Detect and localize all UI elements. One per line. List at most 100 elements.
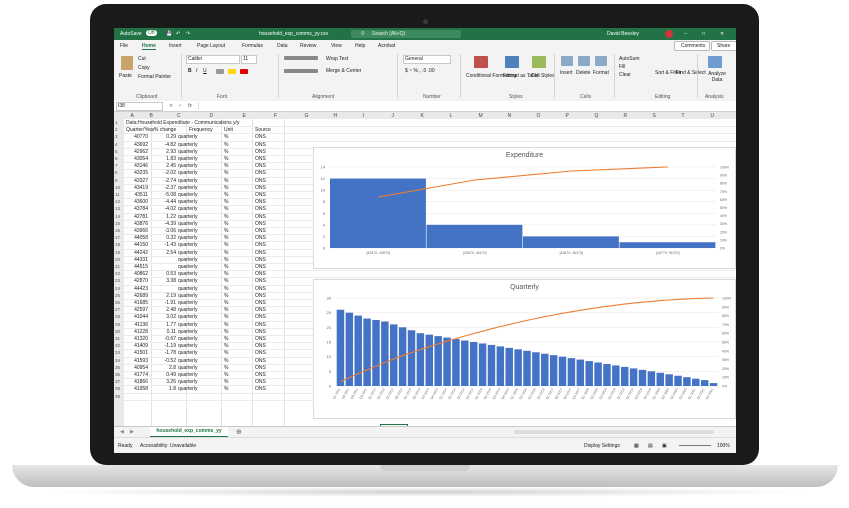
cell-source[interactable]: ONS (255, 379, 275, 385)
cell-frequency[interactable]: quarterly (178, 163, 208, 169)
cell-quarter[interactable]: 41774 (126, 372, 148, 378)
cell-change[interactable]: -2.02 (152, 170, 176, 176)
cell-unit[interactable]: % (224, 300, 234, 306)
cell-frequency[interactable]: quarterly (178, 358, 208, 364)
bold-button[interactable]: B (188, 68, 192, 74)
cell-quarter[interactable]: 44515 (126, 264, 148, 270)
cell-unit[interactable]: % (224, 314, 234, 320)
tab-file[interactable]: File (120, 43, 128, 49)
cell-frequency[interactable]: quarterly (178, 271, 208, 277)
align-top-icons[interactable] (284, 56, 318, 60)
cell-frequency[interactable]: quarterly (178, 214, 208, 220)
worksheet-grid[interactable]: Data:Household Expenditure - Communicati… (124, 119, 736, 426)
paste-icon[interactable] (121, 56, 133, 70)
cell-frequency[interactable]: quarterly (178, 379, 208, 385)
format-as-table-icon[interactable] (505, 56, 519, 68)
cancel-icon[interactable]: ✕ (169, 103, 173, 109)
cell-quarter[interactable]: 44423 (126, 286, 148, 292)
cell-quarter[interactable]: 42781 (126, 214, 148, 220)
cell-frequency[interactable]: quarterly (178, 286, 208, 292)
cell-unit[interactable]: % (224, 307, 234, 313)
cell-source[interactable]: ONS (255, 365, 275, 371)
copy-button[interactable]: Copy (138, 65, 150, 71)
row-header[interactable]: 7 (115, 163, 118, 168)
cell-quarter[interactable]: 41593 (126, 358, 148, 364)
autosave-toggle[interactable]: Off (146, 30, 157, 36)
cell-source[interactable]: ONS (255, 199, 275, 205)
cell-unit[interactable]: % (224, 221, 234, 227)
cell-source[interactable]: ONS (255, 278, 275, 284)
cell-change[interactable]: 2.45 (152, 163, 176, 169)
cell-change[interactable]: -2.74 (152, 178, 176, 184)
cell-source[interactable]: ONS (255, 336, 275, 342)
cell-frequency[interactable]: quarterly (178, 264, 208, 270)
cell-quarter[interactable]: 43600 (126, 199, 148, 205)
cell-source[interactable]: ONS (255, 149, 275, 155)
cell-frequency[interactable]: quarterly (178, 322, 208, 328)
row-header[interactable]: 32 (115, 343, 120, 348)
cell-unit[interactable]: % (224, 264, 234, 270)
cell-frequency[interactable]: quarterly (178, 300, 208, 306)
cell-unit[interactable]: % (224, 379, 234, 385)
cell-unit[interactable]: % (224, 163, 234, 169)
row-header[interactable]: 2 (115, 127, 118, 132)
row-header[interactable]: 19 (115, 250, 120, 255)
row-header[interactable]: 10 (115, 185, 120, 190)
tab-review[interactable]: Review (300, 43, 316, 49)
cell-frequency[interactable]: quarterly (178, 156, 208, 162)
cell-unit[interactable]: % (224, 336, 234, 342)
cell-unit[interactable]: % (224, 192, 234, 198)
tab-insert[interactable]: Insert (169, 43, 182, 49)
find-select-button[interactable]: Find & Select (676, 70, 706, 76)
cell-source[interactable]: ONS (255, 134, 275, 140)
search-box[interactable] (351, 30, 461, 38)
row-header[interactable]: 13 (115, 206, 120, 211)
cell-frequency[interactable]: quarterly (178, 178, 208, 184)
row-header[interactable]: 25 (115, 293, 120, 298)
cell-change[interactable]: 2.54 (152, 250, 176, 256)
cell-source[interactable]: ONS (255, 314, 275, 320)
cell-source[interactable]: ONS (255, 192, 275, 198)
cell-frequency[interactable]: quarterly (178, 350, 208, 356)
cell-quarter[interactable]: 41501 (126, 350, 148, 356)
cell-change[interactable]: 1.83 (152, 156, 176, 162)
cell-unit[interactable]: % (224, 271, 234, 277)
header-change[interactable]: % change (154, 127, 176, 133)
tab-help[interactable]: Help (355, 43, 365, 49)
cell-quarter[interactable]: 40862 (126, 271, 148, 277)
row-header[interactable]: 8 (115, 170, 118, 175)
cell-change[interactable]: -1.43 (152, 242, 176, 248)
clear-button[interactable]: Clear (619, 72, 631, 78)
cell-unit[interactable]: % (224, 199, 234, 205)
font-color-icon[interactable] (240, 69, 248, 74)
prev-sheet-icon[interactable]: ◀ (120, 429, 124, 435)
header-quarter[interactable]: Quarter/Year (126, 127, 154, 133)
cell-frequency[interactable]: quarterly (178, 386, 208, 392)
cell-unit[interactable]: % (224, 235, 234, 241)
cell-change[interactable]: -1.91 (152, 300, 176, 306)
row-header[interactable]: 20 (115, 257, 120, 262)
cell-change[interactable]: 0.53 (152, 271, 176, 277)
row-header[interactable]: 24 (115, 286, 120, 291)
cell-quarter[interactable]: 43327 (126, 178, 148, 184)
cell-quarter[interactable]: 42962 (126, 149, 148, 155)
tab-formulas[interactable]: Formulas (242, 43, 263, 49)
cell-unit[interactable]: % (224, 149, 234, 155)
cell-unit[interactable]: % (224, 206, 234, 212)
tab-acrobat[interactable]: Acrobat (378, 43, 395, 49)
tab-view[interactable]: View (331, 43, 342, 49)
cell-frequency[interactable]: quarterly (178, 134, 208, 140)
cell-unit[interactable]: % (224, 185, 234, 191)
row-header[interactable]: 27 (115, 307, 120, 312)
cell-source[interactable]: ONS (255, 242, 275, 248)
cell-quarter[interactable]: 40954 (126, 365, 148, 371)
cell-change[interactable]: 3.02 (152, 314, 176, 320)
cell-source[interactable]: ONS (255, 293, 275, 299)
file-name[interactable]: household_exp_comms_yy.csv (259, 31, 328, 37)
row-header[interactable]: 3 (115, 134, 118, 139)
format-painter-button[interactable]: Format Painter (138, 74, 171, 80)
italic-button[interactable]: I (196, 68, 197, 74)
cell-quarter[interactable]: 43966 (126, 228, 148, 234)
cell-change[interactable]: -1.78 (152, 350, 176, 356)
cell-change[interactable]: 2.19 (152, 293, 176, 299)
